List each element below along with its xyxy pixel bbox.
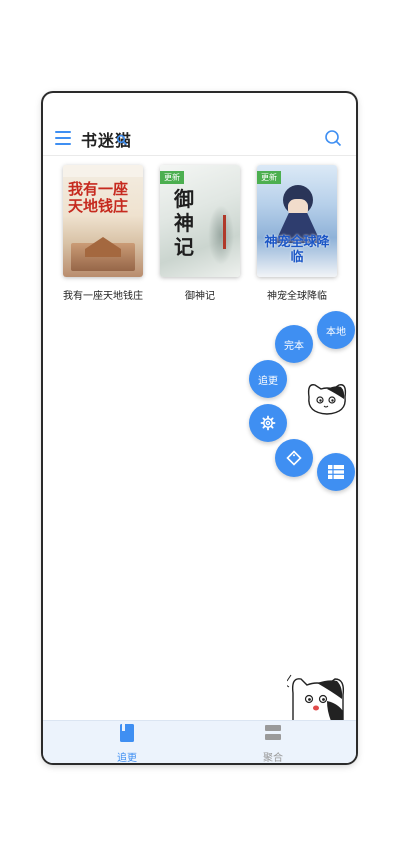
bottom-tab-bar: 追更 聚合	[43, 720, 356, 763]
gear-icon	[260, 415, 276, 431]
following-button[interactable]: 追更	[249, 360, 287, 398]
header-divider	[43, 155, 356, 156]
menu-icon[interactable]	[55, 131, 71, 145]
tag-icon	[286, 450, 302, 466]
cover-title: 御神记	[174, 187, 194, 259]
book-title: 我有一座天地钱庄	[63, 291, 143, 302]
book-item[interactable]: 更新 御神记 御神记	[157, 165, 243, 302]
tab-following-label: 追更	[117, 753, 137, 763]
title-search-mark-icon	[116, 134, 128, 146]
local-button[interactable]: 本地	[317, 311, 355, 349]
list-icon	[328, 465, 344, 479]
tab-aggregate[interactable]: 聚合	[223, 724, 323, 763]
search-icon[interactable]	[324, 129, 342, 147]
cover-title: 神宠全球降临	[264, 235, 330, 265]
following-label: 追更	[258, 375, 278, 387]
cat-mascot-icon[interactable]	[305, 379, 349, 417]
finished-label: 完本	[284, 340, 304, 352]
settings-button[interactable]	[249, 404, 287, 442]
tag-button[interactable]	[275, 439, 313, 477]
book-item[interactable]: 更新 神宠全球降临 神宠全球降临	[254, 165, 340, 302]
cat-peek-icon	[287, 674, 345, 721]
book-cover: 我有一座天地钱庄	[63, 165, 143, 277]
app-screen: 书迷猫 我有一座天地钱庄 我有一座天地钱庄 更新 御神记 御神记 更新 神宠全球…	[43, 93, 356, 763]
cover-title: 我有一座天地钱庄	[68, 180, 129, 215]
book-title: 御神记	[185, 291, 215, 302]
local-label: 本地	[326, 326, 346, 338]
book-title: 神宠全球降临	[267, 291, 327, 302]
app-header: 书迷猫	[43, 123, 356, 157]
book-item[interactable]: 我有一座天地钱庄 我有一座天地钱庄	[60, 165, 146, 302]
tab-following[interactable]: 追更	[77, 724, 177, 763]
finished-button[interactable]: 完本	[275, 325, 313, 363]
book-icon	[120, 724, 134, 742]
stack-icon	[265, 725, 281, 740]
update-badge: 更新	[160, 171, 184, 184]
tab-aggregate-label: 聚合	[263, 753, 283, 763]
update-badge: 更新	[257, 171, 281, 184]
book-cover: 更新 神宠全球降临	[257, 165, 337, 277]
list-button[interactable]	[317, 453, 355, 491]
book-cover: 更新 御神记	[160, 165, 240, 277]
